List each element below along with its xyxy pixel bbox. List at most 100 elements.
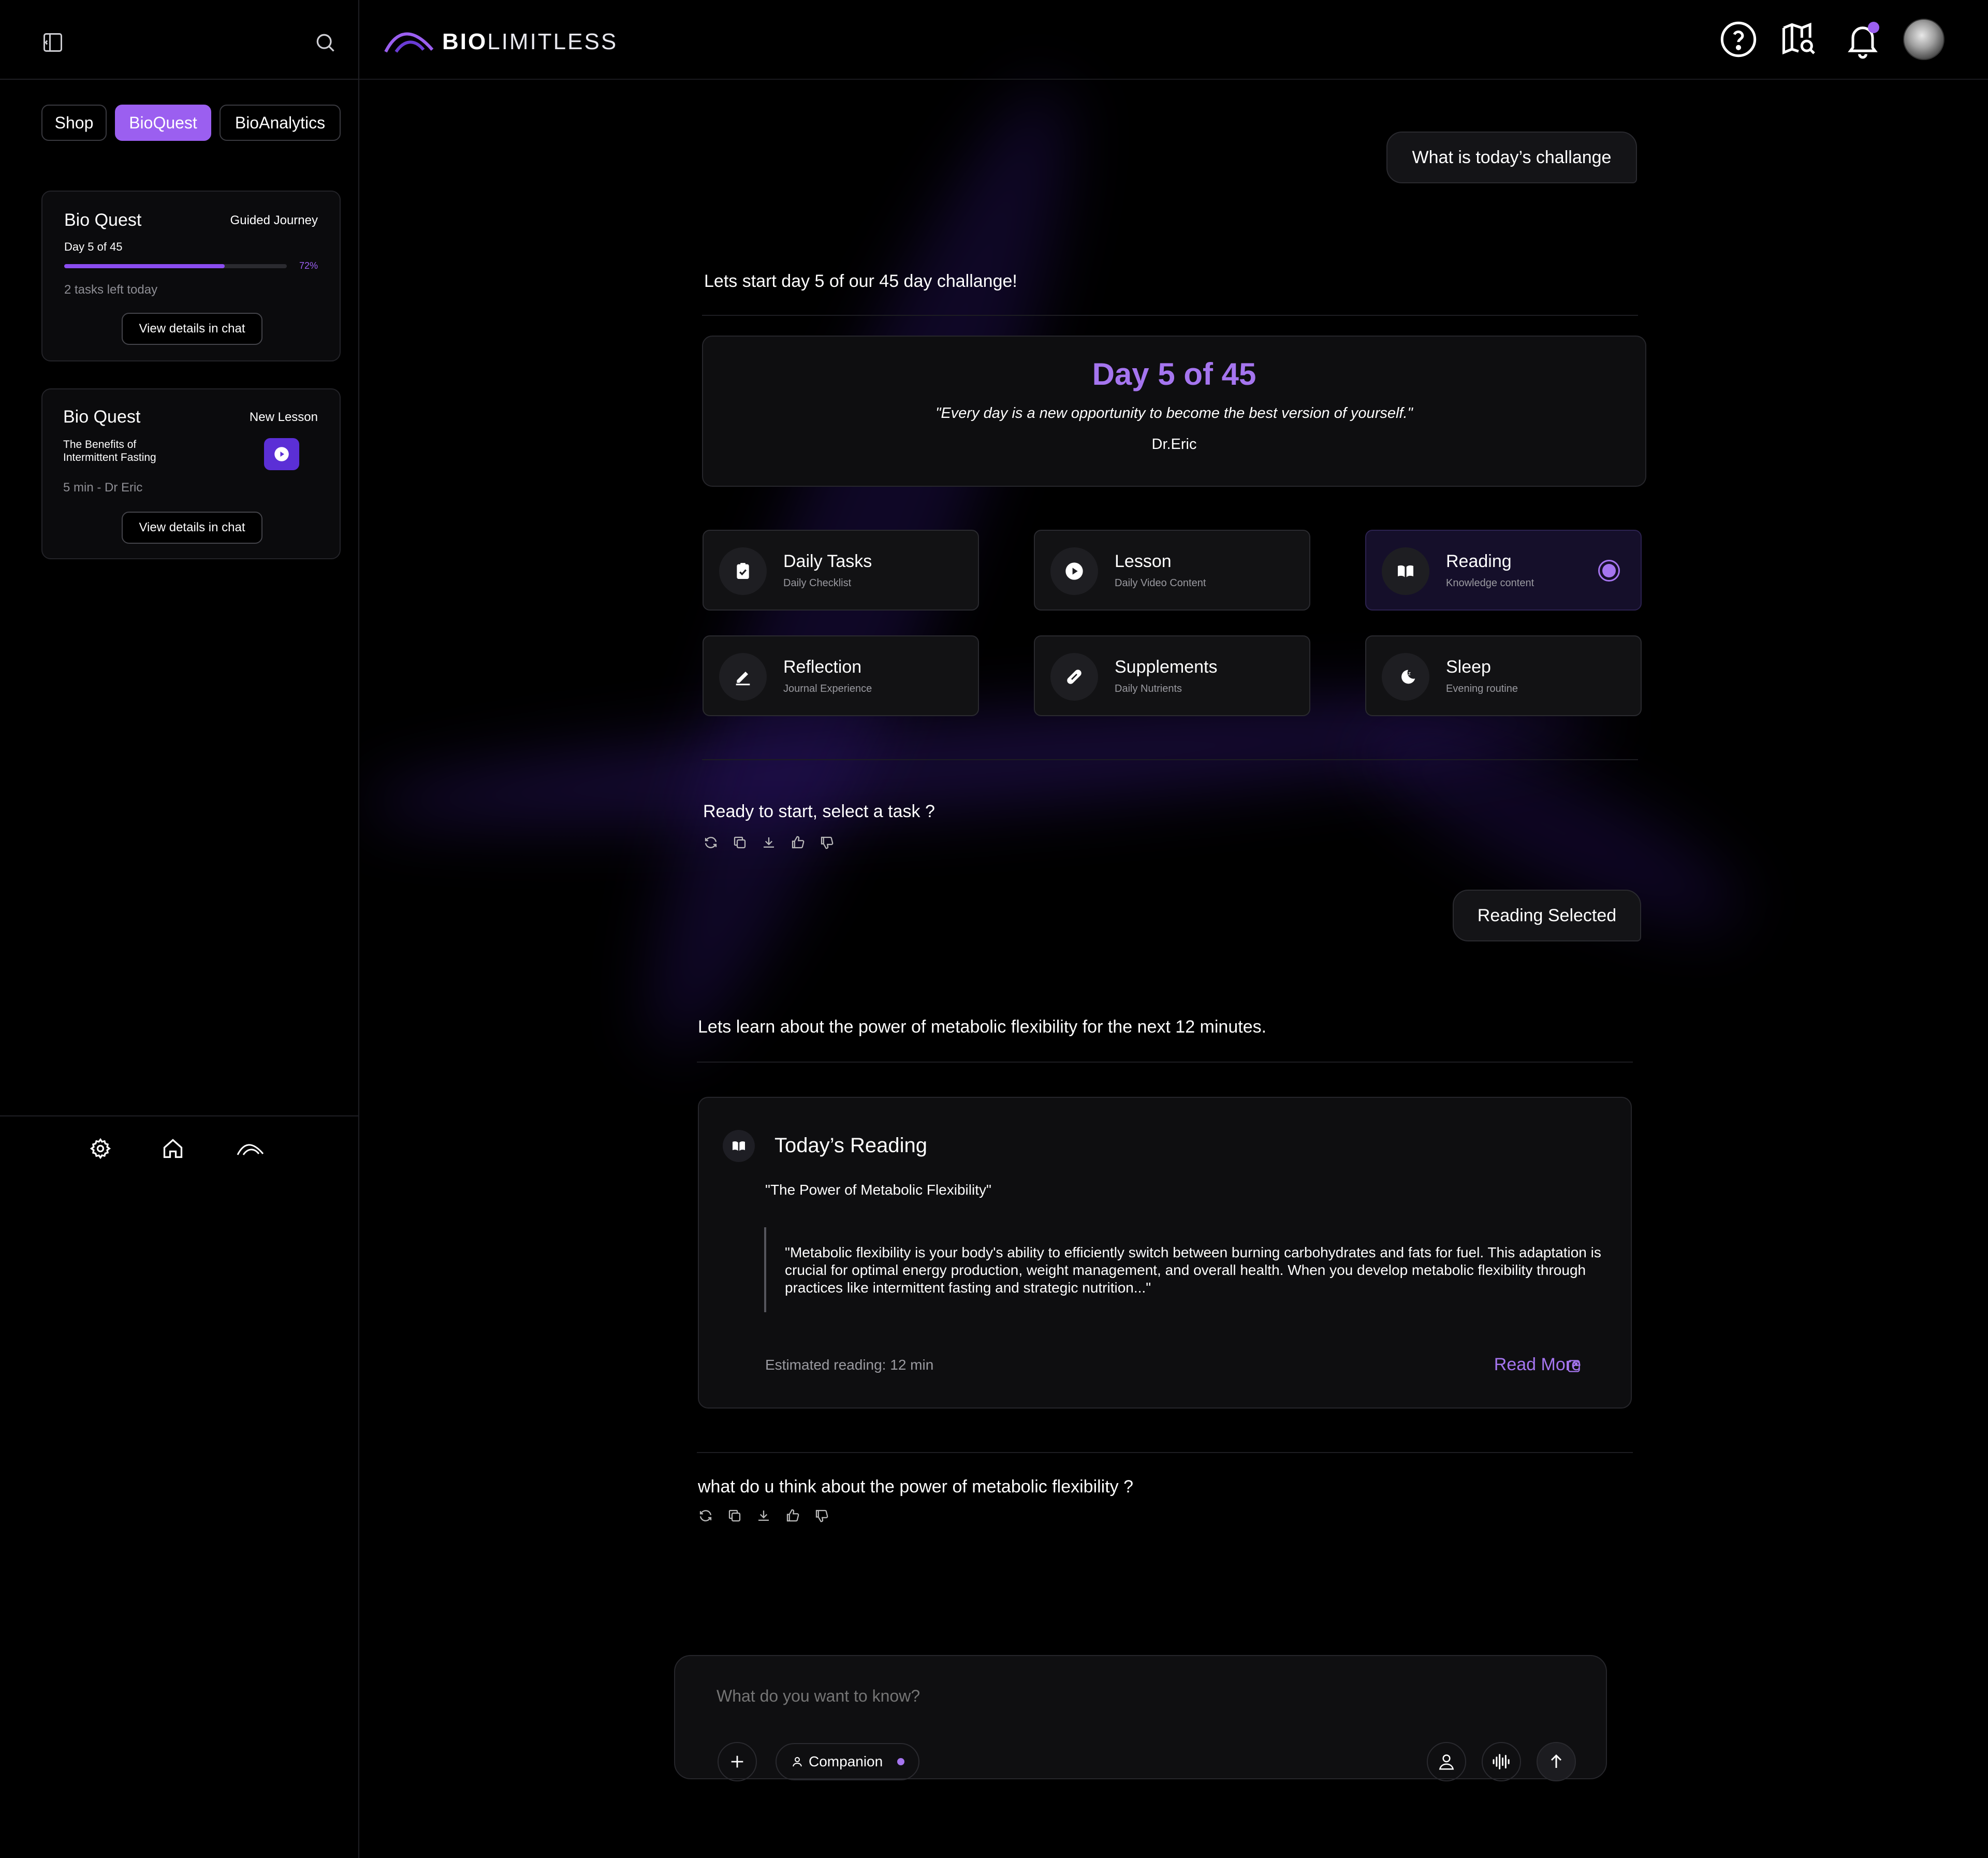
view-details-button[interactable]: View details in chat bbox=[122, 512, 262, 544]
regenerate-icon[interactable] bbox=[703, 835, 719, 850]
regenerate-icon[interactable] bbox=[698, 1508, 713, 1523]
moon-icon: z bbox=[1401, 670, 1415, 684]
sidebar-header bbox=[0, 0, 359, 80]
divider bbox=[702, 759, 1638, 760]
sidebar: Shop BioQuest BioAnalytics Bio Quest Gui… bbox=[0, 0, 359, 1858]
top-header: BIOLIMITLESS bbox=[359, 0, 1988, 80]
task-icon-wrap bbox=[1382, 547, 1429, 595]
task-sleep[interactable]: z Sleep Evening routine bbox=[1365, 635, 1642, 716]
download-icon[interactable] bbox=[761, 835, 777, 850]
brand-logo-icon[interactable] bbox=[383, 26, 435, 55]
task-title: Supplements bbox=[1115, 657, 1218, 677]
play-lesson-button[interactable] bbox=[264, 438, 299, 470]
quote-bar bbox=[764, 1227, 766, 1312]
tab-bioanalytics[interactable]: BioAnalytics bbox=[220, 105, 341, 141]
gear-icon[interactable] bbox=[89, 1137, 112, 1160]
tab-bioquest[interactable]: BioQuest bbox=[115, 105, 211, 141]
map-search-icon[interactable] bbox=[1779, 20, 1818, 59]
progress-label: 72% bbox=[299, 260, 318, 271]
voice-button[interactable] bbox=[1482, 1742, 1521, 1781]
companion-label: Companion bbox=[809, 1753, 883, 1769]
quest-card-lesson: Bio Quest New Lesson The Benefits of Int… bbox=[41, 388, 341, 559]
assistant-message: Lets start day 5 of our 45 day challange… bbox=[704, 271, 1017, 291]
progress-track bbox=[64, 264, 287, 268]
card-title: Bio Quest bbox=[63, 407, 141, 427]
download-icon[interactable] bbox=[756, 1508, 771, 1523]
brand-wordmark: BIOLIMITLESS bbox=[442, 29, 618, 55]
task-subtitle: Daily Nutrients bbox=[1115, 683, 1182, 694]
divider bbox=[697, 1452, 1633, 1453]
radio-dot bbox=[1602, 564, 1616, 577]
selected-radio[interactable] bbox=[1598, 560, 1620, 582]
task-icon-wrap bbox=[719, 653, 767, 701]
companion-button[interactable]: Companion bbox=[776, 1743, 919, 1780]
task-title: Reading bbox=[1446, 551, 1512, 571]
clipboard-check-icon bbox=[737, 563, 749, 579]
home-icon[interactable] bbox=[162, 1137, 184, 1160]
card-subtitle: Day 5 of 45 bbox=[64, 240, 123, 253]
pill-icon bbox=[1067, 670, 1081, 684]
user-message: Reading Selected bbox=[1453, 890, 1641, 941]
logo-mark-icon[interactable] bbox=[236, 1139, 265, 1158]
help-icon[interactable] bbox=[1719, 20, 1758, 59]
quote-author: Dr.Eric bbox=[1151, 436, 1197, 453]
message-actions bbox=[698, 1508, 829, 1523]
copy-icon[interactable] bbox=[727, 1508, 742, 1523]
task-subtitle: Journal Experience bbox=[783, 683, 872, 694]
reading-title: Today’s Reading bbox=[774, 1134, 928, 1157]
card-tag: Guided Journey bbox=[230, 213, 318, 227]
user-icon bbox=[793, 1757, 802, 1767]
chat-input-box: Companion bbox=[674, 1655, 1607, 1781]
divider bbox=[697, 1062, 1633, 1063]
external-link-icon[interactable] bbox=[1567, 1359, 1581, 1373]
notification-dot bbox=[1868, 22, 1879, 33]
task-title: Sleep bbox=[1446, 657, 1491, 677]
card-note: 5 min - Dr Eric bbox=[63, 481, 143, 495]
user-icon bbox=[1439, 1754, 1454, 1770]
arrow-up-icon bbox=[1551, 1754, 1562, 1768]
task-subtitle: Knowledge content bbox=[1446, 577, 1534, 589]
progress-fill bbox=[64, 264, 225, 268]
assistant-message: Ready to start, select a task ? bbox=[703, 802, 935, 821]
copy-icon[interactable] bbox=[732, 835, 748, 850]
task-daily-tasks[interactable]: Daily Tasks Daily Checklist bbox=[703, 530, 979, 611]
play-icon bbox=[1065, 562, 1083, 580]
assistant-message: Lets learn about the power of metabolic … bbox=[698, 1017, 1267, 1037]
chat-input[interactable] bbox=[717, 1683, 1493, 1709]
avatar[interactable] bbox=[1903, 19, 1945, 60]
view-details-button[interactable]: View details in chat bbox=[122, 313, 262, 345]
reading-estimate: Estimated reading: 12 min bbox=[765, 1357, 934, 1373]
task-icon-wrap bbox=[719, 547, 767, 595]
play-icon bbox=[274, 447, 289, 461]
card-title: Bio Quest bbox=[64, 210, 142, 230]
user-message: What is today’s challange bbox=[1386, 132, 1637, 183]
lesson-title: The Benefits of Intermittent Fasting bbox=[63, 439, 156, 463]
add-attachment-button[interactable] bbox=[718, 1742, 757, 1781]
thumbs-down-icon[interactable] bbox=[819, 835, 835, 850]
pencil-icon bbox=[736, 672, 750, 686]
task-reflection[interactable]: Reflection Journal Experience bbox=[703, 635, 979, 716]
assistant-message: what do u think about the power of metab… bbox=[698, 1477, 1134, 1497]
svg-text:z: z bbox=[1408, 671, 1411, 677]
send-button[interactable] bbox=[1537, 1742, 1576, 1781]
brand-bold: BIO bbox=[442, 29, 488, 54]
profile-button[interactable] bbox=[1427, 1742, 1466, 1781]
task-supplements[interactable]: Supplements Daily Nutrients bbox=[1034, 635, 1310, 716]
thumbs-up-icon[interactable] bbox=[785, 1508, 800, 1523]
task-reading[interactable]: Reading Knowledge content bbox=[1365, 530, 1642, 611]
sidebar-toggle-icon[interactable] bbox=[41, 31, 64, 54]
reading-icon-wrap bbox=[723, 1130, 755, 1162]
thumbs-up-icon[interactable] bbox=[790, 835, 806, 850]
thumbs-down-icon[interactable] bbox=[814, 1508, 829, 1523]
task-icon-wrap: z bbox=[1382, 653, 1429, 701]
tab-shop[interactable]: Shop bbox=[41, 105, 107, 141]
card-note: 2 tasks left today bbox=[64, 283, 158, 297]
card-tag: New Lesson bbox=[249, 410, 318, 424]
search-icon[interactable] bbox=[314, 31, 337, 54]
task-lesson[interactable]: Lesson Daily Video Content bbox=[1034, 530, 1310, 611]
waveform-icon bbox=[1493, 1754, 1510, 1769]
reading-card: Today’s Reading "The Power of Metabolic … bbox=[698, 1097, 1632, 1409]
brand-light: LIMITLESS bbox=[487, 29, 618, 54]
reading-subtitle: "The Power of Metabolic Flexibility" bbox=[765, 1182, 991, 1198]
task-subtitle: Evening routine bbox=[1446, 683, 1518, 694]
